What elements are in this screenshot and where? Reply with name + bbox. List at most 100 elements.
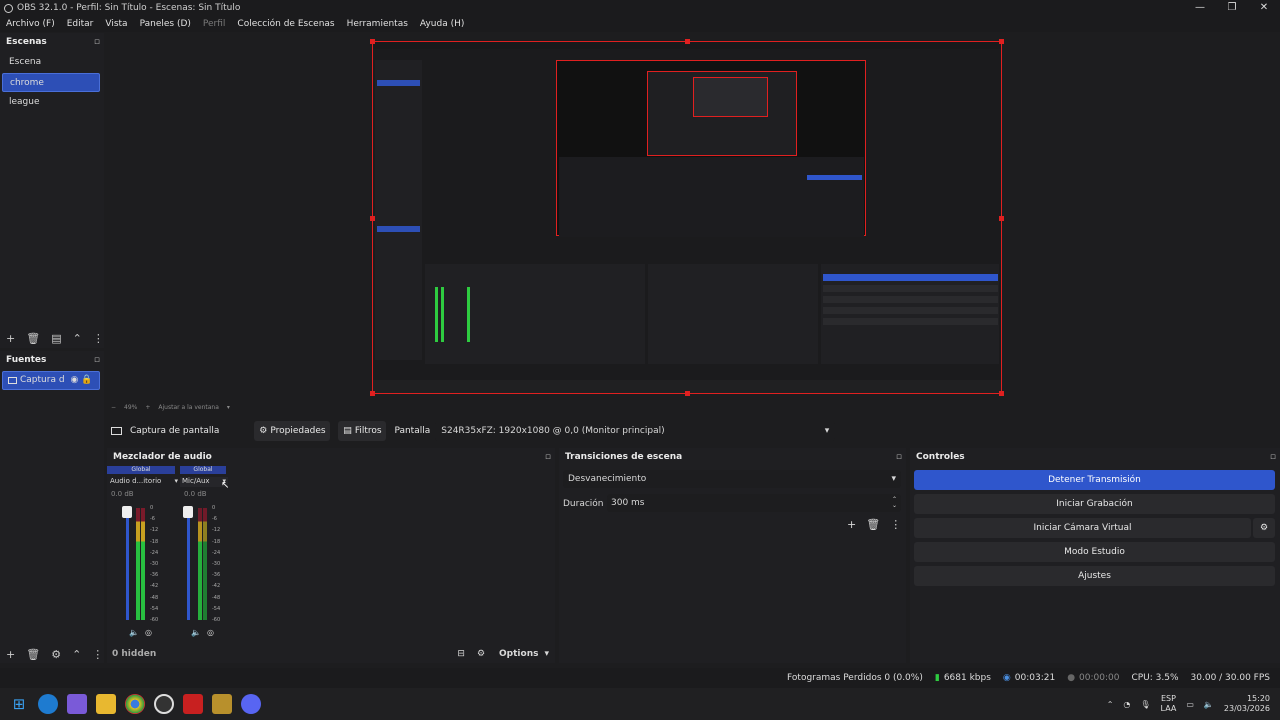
headphones-icon[interactable]: ◎ (207, 628, 214, 637)
channel-db: 0.0 dB (111, 490, 134, 498)
eye-icon[interactable]: ◉ (71, 371, 79, 390)
menu-edit[interactable]: Editar (67, 19, 94, 29)
zoom-fit-label[interactable]: Ajustar a la ventana (158, 404, 219, 411)
tray-chevron-icon[interactable]: ⌃ (1107, 700, 1114, 709)
more-icon[interactable]: ⋮ (92, 648, 103, 661)
hidden-count[interactable]: 0 hidden (112, 649, 156, 659)
scene-item-chrome[interactable]: chrome (2, 73, 100, 92)
menu-file[interactable]: Archivo (F) (6, 19, 55, 29)
virtual-camera-settings-button[interactable]: ⚙ (1253, 518, 1275, 538)
preview-area[interactable]: − 49% + Ajustar a la ventana ▾ (107, 33, 1280, 411)
chevron-down-icon[interactable]: ▾ (227, 404, 230, 411)
close-button[interactable]: ✕ (1248, 0, 1280, 16)
layout-icon[interactable]: ⊟ (457, 649, 465, 659)
resize-handle[interactable] (685, 391, 690, 396)
move-up-icon[interactable]: ⌃ (72, 648, 81, 661)
explorer-icon[interactable] (96, 694, 116, 714)
stepper-icon[interactable]: ⌃ ⌄ (892, 497, 897, 509)
resize-handle[interactable] (370, 216, 375, 221)
resize-handle[interactable] (370, 391, 375, 396)
remove-source-icon[interactable]: 🗑 (26, 648, 40, 661)
menu-tools[interactable]: Herramientas (347, 19, 408, 29)
options-button[interactable]: Options (499, 649, 538, 659)
chevron-down-icon[interactable]: ▾ (174, 477, 178, 485)
source-settings-icon[interactable]: ⚙ (51, 648, 61, 661)
speaker-icon[interactable]: 🔈 (191, 628, 201, 637)
transitions-title: Transiciones de escena (565, 452, 683, 462)
scene-item-league[interactable]: league (2, 93, 100, 112)
resize-handle[interactable] (999, 391, 1004, 396)
move-up-icon[interactable]: ⌃ (73, 332, 82, 345)
volume-slider-track[interactable] (187, 508, 190, 620)
menu-view[interactable]: Vista (105, 19, 127, 29)
preview-canvas[interactable] (370, 39, 1004, 396)
maximize-button[interactable]: ❐ (1216, 0, 1248, 16)
app-red-icon[interactable] (183, 694, 203, 714)
volume-icon[interactable]: 🔈 (1204, 700, 1214, 709)
undock-icon[interactable]: ▫ (1270, 448, 1276, 466)
resize-handle[interactable] (999, 39, 1004, 44)
resize-handle[interactable] (685, 39, 690, 44)
settings-button[interactable]: Ajustes (914, 566, 1275, 586)
headphones-icon[interactable]: ◎ (145, 628, 152, 637)
resize-handle[interactable] (999, 216, 1004, 221)
more-icon[interactable]: ⋮ (890, 518, 901, 531)
scale-tick: -60 (212, 616, 221, 623)
obs-icon[interactable] (154, 694, 174, 714)
undock-icon[interactable]: ▫ (896, 448, 902, 466)
mixer-channel-global-tag: Global (107, 466, 175, 474)
undock-icon[interactable]: ▫ (94, 351, 100, 369)
scene-filter-icon[interactable]: ▤ (51, 332, 61, 345)
screen-select[interactable]: S24R35xFZ: 1920x1080 @ 0,0 (Monitor prin… (435, 421, 836, 441)
undock-icon[interactable]: ▫ (94, 33, 100, 51)
scale-tick: -12 (150, 527, 159, 534)
language-indicator[interactable]: ESP LAA (1161, 694, 1177, 714)
network-icon[interactable]: ▭ (1186, 700, 1194, 709)
duration-input[interactable]: 300 ms ⌃ ⌄ (607, 494, 901, 512)
more-icon[interactable]: ⋮ (93, 332, 104, 345)
league-icon[interactable] (212, 694, 232, 714)
source-item[interactable]: Captura d ◉ 🔒 (2, 371, 100, 390)
lock-icon[interactable]: 🔒 (81, 371, 92, 390)
db-scale: 0 -6 -12 -18 -24 -30 -36 -42 -48 -54 -60 (212, 505, 220, 623)
scale-tick: 0 (150, 505, 154, 511)
add-transition-icon[interactable]: + (847, 518, 856, 531)
mixer-channel-name[interactable]: Audio d...itorio ▾ (110, 477, 178, 485)
menu-scene-collection[interactable]: Colección de Escenas (237, 19, 334, 29)
resize-handle[interactable] (370, 39, 375, 44)
discord-icon[interactable] (241, 694, 261, 714)
volume-slider-handle[interactable] (122, 506, 132, 518)
studio-mode-button[interactable]: Modo Estudio (914, 542, 1275, 562)
edge-icon[interactable] (38, 694, 58, 714)
stop-stream-button[interactable]: Detener Transmisión (914, 470, 1275, 490)
windows-start-icon[interactable]: ⊞ (9, 694, 29, 714)
advanced-audio-icon[interactable]: ⚙ (477, 649, 485, 659)
undock-icon[interactable]: ▫ (545, 448, 551, 466)
speaker-icon[interactable]: 🔈 (129, 628, 139, 637)
transition-select[interactable]: Desvanecimiento ▾ (563, 470, 901, 488)
menu-help[interactable]: Ayuda (H) (420, 19, 464, 29)
transitions-header: Transiciones de escena ▫ (559, 448, 906, 466)
properties-button[interactable]: ⚙ Propiedades (254, 421, 331, 441)
add-scene-icon[interactable]: + (6, 332, 15, 345)
store-icon[interactable] (67, 694, 87, 714)
start-recording-button[interactable]: Iniciar Grabación (914, 494, 1275, 514)
chevron-down-icon[interactable]: ▾ (544, 649, 549, 659)
remove-transition-icon[interactable]: 🗑 (866, 518, 880, 531)
filters-button[interactable]: ▤ Filtros (338, 421, 387, 441)
start-virtual-camera-button[interactable]: Iniciar Cámara Virtual (914, 518, 1251, 538)
volume-slider-track[interactable] (126, 508, 129, 620)
chrome-icon[interactable] (125, 694, 145, 714)
scene-item-escena[interactable]: Escena (2, 53, 100, 72)
sources-dock: Fuentes ▫ Captura d ◉ 🔒 + 🗑 ⚙ ⌃ ⋮ (0, 351, 104, 663)
add-source-icon[interactable]: + (6, 648, 15, 661)
clock[interactable]: 15:20 23/03/2026 (1224, 694, 1270, 714)
zoom-in-icon[interactable]: + (145, 404, 150, 411)
volume-slider-handle[interactable] (183, 506, 193, 518)
remove-scene-icon[interactable]: 🗑 (26, 332, 40, 345)
minimize-button[interactable]: — (1184, 0, 1216, 16)
menu-docks[interactable]: Paneles (D) (140, 19, 191, 29)
tray-app-icon[interactable]: ◔ (1123, 700, 1130, 709)
zoom-out-icon[interactable]: − (111, 404, 116, 411)
microphone-icon[interactable]: 🎙 (1140, 700, 1150, 709)
